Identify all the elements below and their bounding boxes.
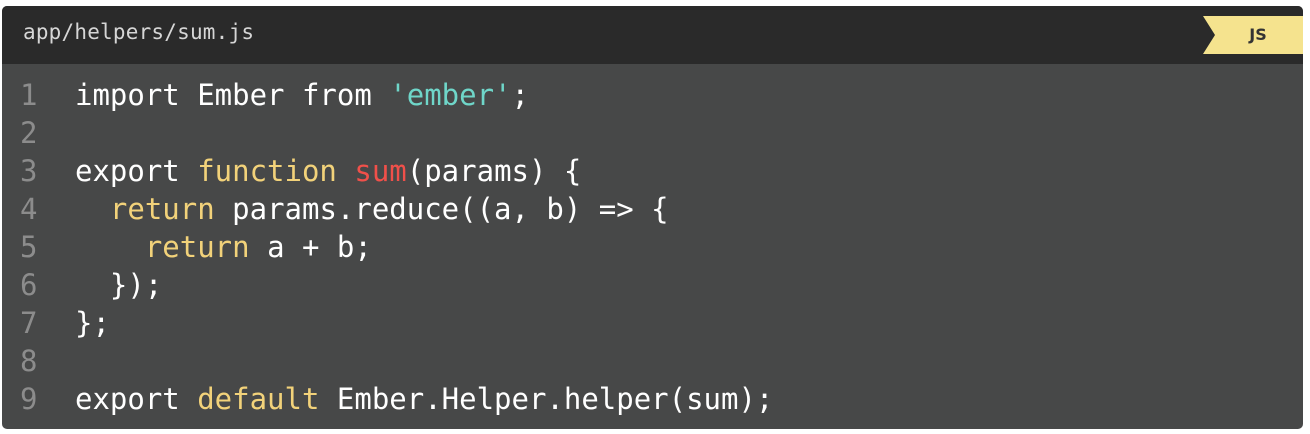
code-token: (params) { bbox=[406, 154, 582, 188]
line-number: 4 bbox=[20, 192, 38, 226]
language-tag: JS bbox=[1203, 16, 1303, 54]
code-token: export bbox=[75, 382, 198, 416]
line-number: 8 bbox=[20, 344, 38, 378]
line-number: 5 bbox=[20, 230, 38, 264]
code-token: Ember.Helper.helper(sum); bbox=[319, 382, 774, 416]
line-number: 3 bbox=[20, 154, 38, 188]
code-block: app/helpers/sum.js JS 1 import Ember from… bbox=[2, 6, 1303, 429]
line-code: return a + b; bbox=[75, 228, 372, 266]
code-line: 1 import Ember from 'ember'; bbox=[2, 76, 1303, 114]
line-number: 1 bbox=[20, 78, 38, 112]
code-token: default bbox=[197, 382, 320, 416]
line-code: }); bbox=[75, 266, 162, 304]
file-path: app/helpers/sum.js bbox=[23, 20, 255, 44]
code-line: 9 export default Ember.Helper.helper(sum)… bbox=[2, 380, 1303, 418]
line-code: export default Ember.Helper.helper(sum); bbox=[75, 380, 773, 418]
code-line: 6 }); bbox=[2, 266, 1303, 304]
line-number: 6 bbox=[20, 268, 38, 302]
line-code: return params.reduce((a, b) => { bbox=[75, 190, 669, 228]
code-line: 4 return params.reduce((a, b) => { bbox=[2, 190, 1303, 228]
code-token: export bbox=[75, 154, 198, 188]
code-body: 1 import Ember from 'ember'; 2 3 export func… bbox=[2, 64, 1303, 418]
code-line: 7}; bbox=[2, 304, 1303, 342]
code-token: import Ember from bbox=[75, 78, 390, 112]
code-token: function bbox=[197, 154, 337, 188]
code-token: sum bbox=[354, 154, 407, 188]
code-line: 2 bbox=[2, 114, 1303, 152]
line-number: 2 bbox=[20, 116, 38, 150]
line-number: 9 bbox=[20, 382, 38, 416]
code-token: return bbox=[109, 192, 215, 226]
line-code: import Ember from 'ember'; bbox=[75, 76, 529, 114]
code-token: 'ember' bbox=[389, 78, 512, 112]
code-line: 5 return a + b; bbox=[2, 228, 1303, 266]
code-token: ; bbox=[511, 78, 529, 112]
code-token: return bbox=[144, 230, 250, 264]
code-token: }); bbox=[75, 268, 163, 302]
line-code: }; bbox=[75, 304, 110, 342]
code-header: app/helpers/sum.js JS bbox=[2, 6, 1303, 64]
code-token: }; bbox=[75, 306, 110, 340]
code-token: params.reduce((a, b) => { bbox=[214, 192, 669, 226]
code-line: 3 export function sum(params) { bbox=[2, 152, 1303, 190]
code-token: a + b; bbox=[249, 230, 372, 264]
language-label: JS bbox=[1249, 25, 1267, 44]
code-line: 8 bbox=[2, 342, 1303, 380]
line-code: export function sum(params) { bbox=[75, 152, 581, 190]
line-number: 7 bbox=[20, 306, 38, 340]
